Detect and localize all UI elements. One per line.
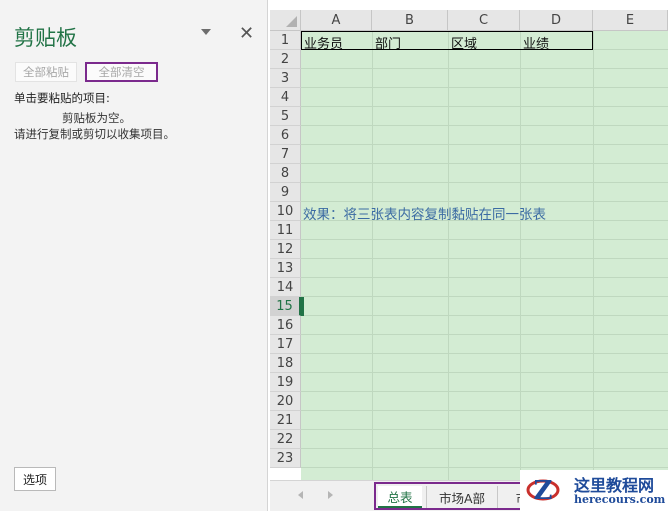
grid-line [301, 410, 668, 411]
clear-all-button[interactable]: 全部清空 [85, 62, 158, 82]
row-header-16[interactable]: 16 [270, 316, 301, 335]
grid-line [301, 429, 668, 430]
watermark-url: herecours.com [574, 493, 666, 506]
row-header-1[interactable]: 1 [270, 31, 301, 50]
row-header-21[interactable]: 21 [270, 411, 301, 430]
grid-line [301, 106, 668, 107]
column-header-e[interactable]: E [593, 10, 668, 31]
grid-line [301, 372, 668, 373]
scroll-right-icon[interactable] [328, 491, 333, 499]
grid-line [301, 448, 668, 449]
cell-b1[interactable]: 部门 [375, 33, 401, 52]
pane-title: 剪贴板 [14, 26, 77, 50]
instruction-text: 单击要粘贴的项目: [14, 91, 110, 105]
select-all-corner[interactable] [270, 10, 301, 31]
row-header-8[interactable]: 8 [270, 164, 301, 183]
row-header-13[interactable]: 13 [270, 259, 301, 278]
pane-options-dropdown-icon[interactable] [201, 29, 211, 35]
spreadsheet-grid[interactable]: A B C D E 1 2 3 4 5 6 7 8 9 10 11 12 13 14 15 16 17 18 19 2… [270, 10, 668, 480]
grid-line [301, 296, 668, 297]
row-header-15[interactable]: 15 [270, 297, 301, 316]
grid-line [301, 201, 668, 202]
sheet-tabs: 总表 市场A部 市 [374, 482, 534, 510]
tab-summary[interactable]: 总表 [378, 486, 422, 508]
column-header-d[interactable]: D [520, 10, 593, 31]
tab-market-a[interactable]: 市场A部 [426, 486, 498, 508]
empty-message: 剪贴板为空。 [62, 111, 131, 125]
scroll-left-icon[interactable] [298, 491, 303, 499]
grid-line [301, 163, 668, 164]
grid-line [301, 144, 668, 145]
row-header-5[interactable]: 5 [270, 107, 301, 126]
grid-line [301, 353, 668, 354]
row-header-9[interactable]: 9 [270, 183, 301, 202]
svg-text:Z: Z [534, 476, 553, 506]
watermark: Z 这里教程网 herecours.com [520, 470, 668, 511]
grid-line [301, 49, 668, 50]
grid-line [593, 31, 594, 480]
row-header-22[interactable]: 22 [270, 430, 301, 449]
empty-hint: 请进行复制或剪切以收集项目。 [14, 127, 175, 141]
grid-line [520, 31, 521, 480]
row-header-20[interactable]: 20 [270, 392, 301, 411]
row-header-10[interactable]: 10 [270, 202, 301, 221]
clipboard-pane: 剪贴板 ✕ 全部粘贴 全部清空 单击要粘贴的项目: 剪贴板为空。 请进行复制或剪… [0, 0, 268, 511]
grid-line [301, 87, 668, 88]
grid-line [301, 334, 668, 335]
cell-a1[interactable]: 业务员 [304, 33, 343, 52]
select-all-icon [286, 16, 297, 27]
column-header-c[interactable]: C [448, 10, 520, 31]
row-header-11[interactable]: 11 [270, 221, 301, 240]
watermark-logo-icon: Z [526, 476, 560, 506]
row-header-17[interactable]: 17 [270, 335, 301, 354]
row-header-7[interactable]: 7 [270, 145, 301, 164]
cell-d1[interactable]: 业绩 [523, 33, 549, 52]
row-header-6[interactable]: 6 [270, 126, 301, 145]
active-cell-indicator [301, 297, 304, 316]
column-header-b[interactable]: B [372, 10, 448, 31]
cell-a10-note[interactable]: 效果：将三张表内容复制黏贴在同一张表 [303, 203, 546, 223]
options-button[interactable]: 选项 [14, 467, 56, 491]
grid-line [301, 315, 668, 316]
cell-area[interactable] [301, 31, 668, 480]
row-header-18[interactable]: 18 [270, 354, 301, 373]
row-header-19[interactable]: 19 [270, 373, 301, 392]
row-header-3[interactable]: 3 [270, 69, 301, 88]
paste-all-button[interactable]: 全部粘贴 [15, 62, 77, 82]
row-header-23[interactable]: 23 [270, 449, 301, 468]
grid-line [301, 277, 668, 278]
grid-line [301, 391, 668, 392]
grid-line [301, 467, 668, 468]
grid-line [372, 31, 373, 480]
grid-line [448, 31, 449, 480]
cell-c1[interactable]: 区域 [451, 33, 477, 52]
grid-line [301, 258, 668, 259]
row-header-12[interactable]: 12 [270, 240, 301, 259]
column-header-a[interactable]: A [301, 10, 372, 31]
grid-line [301, 125, 668, 126]
row-header-2[interactable]: 2 [270, 50, 301, 69]
row-header-4[interactable]: 4 [270, 88, 301, 107]
grid-line [301, 68, 668, 69]
grid-line [301, 239, 668, 240]
grid-line [301, 182, 668, 183]
close-icon[interactable]: ✕ [239, 23, 254, 44]
row-header-14[interactable]: 14 [270, 278, 301, 297]
